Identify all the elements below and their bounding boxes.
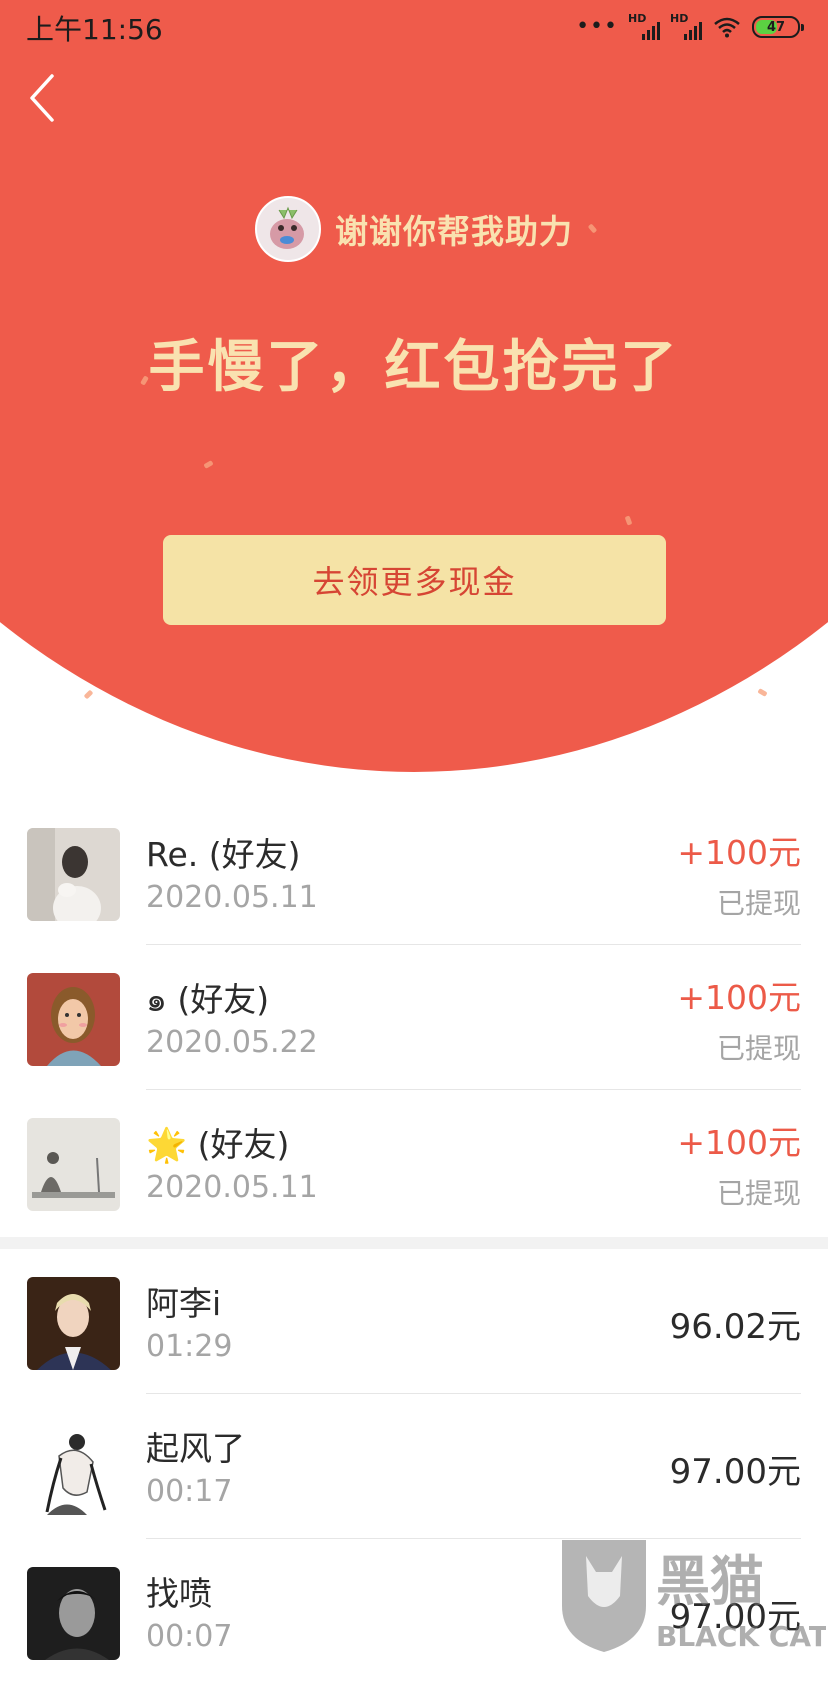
avatar	[27, 828, 120, 921]
friend-date: 2020.05.11	[146, 880, 318, 915]
reward-amount: +100元	[677, 978, 801, 1017]
record-amount: 96.02元	[669, 1307, 801, 1347]
more-dots-icon: •••	[576, 14, 618, 39]
friend-date: 2020.05.11	[146, 1170, 318, 1205]
battery-level: 47	[766, 19, 786, 35]
helper-row: 谢谢你帮我助力	[0, 196, 828, 262]
record-list: 阿李i 01:29 96.02元 起风了 00:17 97.00元 找喷 00:…	[0, 1249, 828, 1684]
signal-icon: HD	[670, 12, 702, 40]
confetti-particle	[83, 689, 94, 700]
hero-section: 上午11:56 ••• HD HD 47 谢谢你帮我助力 手慢了，红包抢完了 去…	[0, 0, 828, 780]
withdraw-status: 已提现	[716, 887, 801, 920]
avatar	[27, 973, 120, 1066]
friend-date: 2020.05.22	[146, 1025, 318, 1060]
withdraw-status: 已提现	[716, 1032, 801, 1065]
back-button[interactable]	[22, 70, 72, 126]
record-amount: 97.00元	[669, 1597, 801, 1637]
record-time: 00:17	[146, 1474, 233, 1509]
confetti-particle	[757, 688, 768, 697]
reward-amount: +100元	[677, 1123, 801, 1162]
section-separator	[0, 1237, 828, 1249]
avatar	[27, 1422, 120, 1515]
list-item[interactable]: Re. (好友) 2020.05.11 +100元 已提现	[0, 800, 828, 945]
wifi-icon	[714, 17, 740, 38]
list-item[interactable]: 🌟 (好友) 2020.05.11 +100元 已提现	[0, 1090, 828, 1235]
record-amount: 97.00元	[669, 1452, 801, 1492]
reward-amount: +100元	[677, 833, 801, 872]
status-bar: 上午11:56 ••• HD HD 47	[0, 0, 828, 56]
friend-name: Re. (好友)	[146, 835, 301, 874]
withdraw-status: 已提现	[716, 1177, 801, 1210]
battery-icon: 47	[752, 16, 804, 38]
record-time: 00:07	[146, 1619, 233, 1654]
avatar	[27, 1118, 120, 1211]
list-item[interactable]: ๑ (好友) 2020.05.22 +100元 已提现	[0, 945, 828, 1090]
friend-list: Re. (好友) 2020.05.11 +100元 已提现 ๑ (好友) 202…	[0, 800, 828, 1235]
record-time: 01:29	[146, 1329, 233, 1364]
list-item[interactable]: 阿李i 01:29 96.02元	[0, 1249, 828, 1394]
status-icons: ••• HD HD 47	[576, 12, 804, 42]
helper-avatar	[255, 196, 321, 262]
helper-text: 谢谢你帮我助力	[335, 212, 573, 251]
list-item[interactable]: 起风了 00:17 97.00元	[0, 1394, 828, 1539]
status-time: 上午11:56	[26, 13, 163, 46]
friend-name: 🌟 (好友)	[146, 1125, 290, 1164]
chevron-left-icon	[30, 74, 54, 122]
signal-icon: HD	[628, 12, 660, 40]
record-name: 找喷	[146, 1574, 212, 1613]
record-name: 起风了	[146, 1429, 245, 1468]
headline: 手慢了，红包抢完了	[148, 335, 680, 400]
record-name: 阿李i	[146, 1284, 222, 1323]
friend-name: ๑ (好友)	[146, 980, 270, 1019]
avatar	[27, 1567, 120, 1660]
avatar	[27, 1277, 120, 1370]
get-more-cash-button[interactable]: 去领更多现金	[163, 535, 666, 625]
list-item[interactable]: 找喷 00:07 97.00元	[0, 1539, 828, 1684]
